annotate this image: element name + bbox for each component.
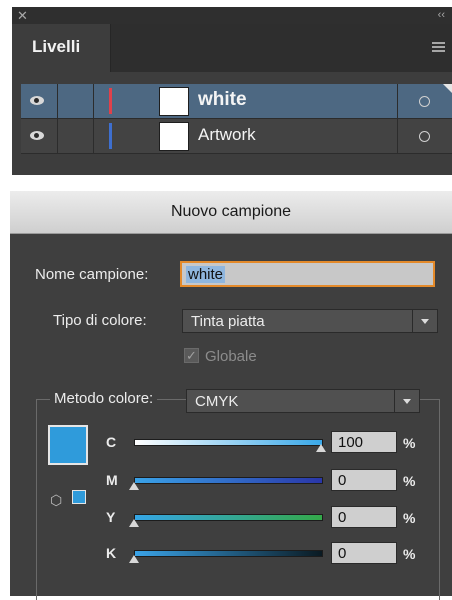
layer-row-artwork[interactable]: Artwork [21, 119, 452, 154]
percent-unit: % [403, 510, 416, 526]
slider-track-c[interactable] [134, 439, 323, 446]
channel-input-m[interactable]: 0 [331, 469, 397, 491]
column-divider [57, 84, 58, 118]
global-label: Globale [205, 348, 257, 365]
column-divider [397, 84, 398, 118]
tab-livelli-label: Livelli [32, 37, 81, 56]
percent-unit: % [403, 473, 416, 489]
color-type-value: Tinta piatta [191, 313, 265, 330]
slider-track-k[interactable] [134, 550, 323, 557]
eye-icon[interactable] [30, 96, 44, 105]
channel-input-k[interactable]: 0 [331, 542, 397, 564]
color-preview-swatch [48, 425, 88, 465]
layer-color-bar [109, 123, 112, 149]
channel-label-m: M [106, 472, 118, 488]
slider-thumb-c[interactable] [316, 444, 326, 452]
channel-input-c[interactable]: 100 [331, 431, 397, 453]
column-divider [57, 119, 58, 153]
slider-thumb-k[interactable] [129, 555, 139, 563]
swatch-name-input[interactable]: white [180, 261, 435, 287]
channel-value-c: 100 [338, 434, 364, 451]
color-mode-label: Metodo colore: [50, 390, 158, 407]
eye-icon[interactable] [30, 131, 44, 140]
layer-name: Artwork [198, 125, 256, 144]
layer-name: white [198, 89, 247, 110]
target-circle-icon[interactable] [419, 131, 430, 142]
target-circle-icon[interactable] [419, 96, 430, 107]
dialog-titlebar: Nuovo campione [10, 191, 452, 234]
chevron-down-icon [394, 390, 419, 412]
new-swatch-dialog: Nuovo campione Nome campione: white Tipo… [10, 191, 452, 600]
global-checkbox[interactable]: ✓ [184, 348, 199, 363]
channel-input-y[interactable]: 0 [331, 506, 397, 528]
panel-tab-row: Livelli [12, 24, 452, 72]
color-mode-group [36, 399, 440, 600]
layer-row-white[interactable]: white [21, 84, 452, 119]
color-mode-dropdown[interactable]: CMYK [186, 389, 420, 413]
panel-menu-icon[interactable] [432, 42, 445, 54]
close-icon[interactable]: ✕ [17, 7, 28, 24]
slider-track-y[interactable] [134, 514, 323, 521]
color-type-dropdown[interactable]: Tinta piatta [182, 309, 438, 333]
channel-value-k: 0 [338, 545, 347, 562]
column-divider [93, 119, 94, 153]
chevron-down-icon [412, 310, 437, 332]
panel-topbar: ✕ ‹‹ [12, 7, 452, 24]
gamut-color-swatch[interactable] [72, 490, 86, 504]
layers-panel: ✕ ‹‹ Livelli white Artwork [12, 7, 452, 175]
channel-label-y: Y [106, 509, 116, 525]
tab-livelli[interactable]: Livelli [12, 24, 111, 72]
layer-list: white Artwork [21, 84, 452, 154]
selection-corner-indicator [443, 84, 452, 93]
percent-unit: % [403, 546, 416, 562]
collapse-icon[interactable]: ‹‹ [438, 7, 445, 24]
color-type-label: Tipo di colore: [53, 312, 147, 329]
column-divider [397, 119, 398, 153]
slider-thumb-y[interactable] [129, 519, 139, 527]
layer-color-bar [109, 88, 112, 114]
layer-thumbnail [159, 87, 189, 116]
column-divider [93, 84, 94, 118]
channel-label-k: K [106, 545, 117, 561]
channel-value-y: 0 [338, 509, 347, 526]
slider-thumb-m[interactable] [129, 482, 139, 490]
swatch-name-value: white [186, 266, 226, 283]
slider-track-m[interactable] [134, 477, 323, 484]
out-of-gamut-cube-icon[interactable]: ⬡ [50, 492, 62, 509]
channel-value-m: 0 [338, 472, 347, 489]
swatch-name-label: Nome campione: [35, 266, 149, 283]
layer-thumbnail [159, 122, 189, 151]
percent-unit: % [403, 435, 416, 451]
channel-label-c: C [106, 434, 117, 450]
color-mode-value: CMYK [195, 393, 239, 410]
dialog-title: Nuovo campione [170, 203, 292, 220]
